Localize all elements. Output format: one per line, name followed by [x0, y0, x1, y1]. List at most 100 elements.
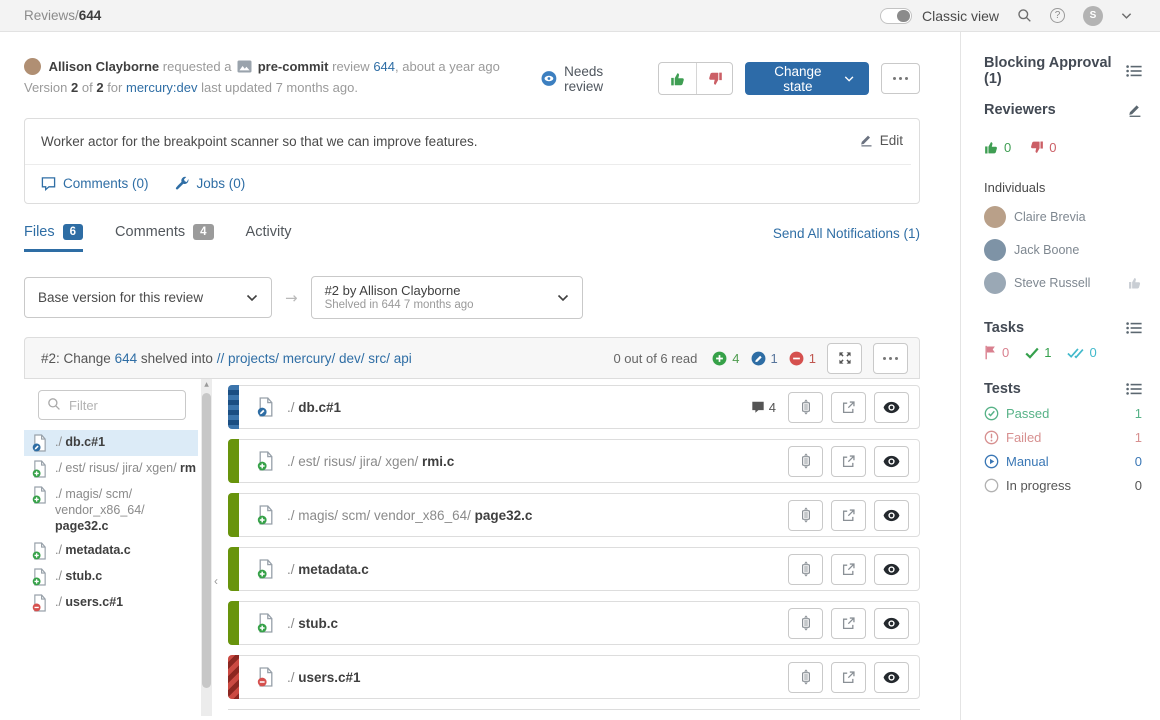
mark-read-button[interactable] — [874, 392, 909, 423]
base-version-select[interactable]: Base version for this review — [24, 277, 272, 318]
tree-item[interactable]: ./ users.c#1 — [24, 590, 198, 616]
mark-read-button[interactable] — [874, 608, 909, 639]
file-add-icon — [257, 613, 275, 633]
tree-item[interactable]: ./ metadata.c — [24, 538, 198, 564]
list-icon[interactable] — [1126, 383, 1142, 395]
base-version-label: Base version for this review — [38, 290, 203, 305]
tree-item[interactable]: ./ magis/ scm/vendor_x86_64/ page32.c — [24, 482, 198, 538]
edited-files-count: 1 — [751, 351, 778, 366]
tree-item[interactable]: ./ db.c#1 — [24, 430, 198, 456]
comments-link[interactable]: Comments (0) — [41, 176, 149, 191]
blocking-approval-label: Blocking Approval (1) — [984, 55, 1126, 87]
scrollbar-up-arrow-icon[interactable]: ▲ — [201, 381, 212, 388]
open-new-window-button[interactable] — [831, 446, 866, 477]
open-new-window-button[interactable] — [831, 500, 866, 531]
change-state-button[interactable]: Change state — [745, 62, 869, 95]
eye-icon — [883, 563, 900, 576]
user-avatar[interactable]: S — [1083, 6, 1103, 26]
open-new-window-button[interactable] — [831, 662, 866, 693]
tab-files[interactable]: Files 6 — [24, 224, 83, 252]
edit-label: Edit — [880, 133, 903, 148]
collapse-expand-button[interactable] — [788, 554, 823, 585]
collapse-expand-button[interactable] — [788, 662, 823, 693]
open-new-window-button[interactable] — [831, 554, 866, 585]
change-type-strip-add — [228, 601, 239, 645]
review-id-link[interactable]: 644 — [373, 59, 395, 74]
author-name: Allison Clayborne — [49, 59, 160, 74]
collapse-expand-button[interactable] — [788, 446, 823, 477]
file-row[interactable]: ./ est/ risus/ jira/ xgen/ rmi.c — [228, 439, 920, 483]
vote-up-button[interactable] — [659, 63, 696, 94]
version-number: 2 — [71, 80, 78, 95]
tab-activity[interactable]: Activity — [246, 224, 292, 252]
reviewer-votes: 0 0 — [984, 140, 1142, 155]
change-id-link[interactable]: 644 — [115, 351, 138, 366]
file-row[interactable]: ./ metadata.c — [228, 547, 920, 591]
list-icon[interactable] — [1126, 65, 1142, 77]
fullscreen-button[interactable] — [827, 343, 862, 374]
test-status-count: 1 — [1135, 406, 1142, 421]
file-list-divider — [228, 709, 920, 710]
search-icon[interactable] — [1017, 8, 1032, 23]
test-status-count: 0 — [1135, 454, 1142, 469]
tree-item[interactable]: ./ est/ risus/ jira/ xgen/ rmi. — [24, 456, 198, 482]
edit-description-link[interactable]: Edit — [859, 132, 903, 148]
collapse-expand-button[interactable] — [788, 608, 823, 639]
chevron-down-icon — [557, 294, 569, 302]
tab-files-label: Files — [24, 224, 55, 240]
target-version-select[interactable]: #2 by Allison Clayborne Shelved in 644 7… — [311, 276, 583, 319]
file-row[interactable]: ./ db.c#1 4 — [228, 385, 920, 429]
upvote-count: 0 — [984, 140, 1011, 155]
file-row[interactable]: ./ stub.c — [228, 601, 920, 645]
send-all-notifications-link[interactable]: Send All Notifications (1) — [773, 226, 920, 250]
open-new-window-button[interactable] — [831, 608, 866, 639]
collapse-expand-button[interactable] — [788, 500, 823, 531]
scrollbar-thumb[interactable] — [202, 393, 211, 688]
mark-read-button[interactable] — [874, 662, 909, 693]
file-row[interactable]: ./ users.c#1 — [228, 655, 920, 699]
tab-comments[interactable]: Comments 4 — [115, 224, 214, 252]
mark-read-button[interactable] — [874, 500, 909, 531]
change-type-strip-delete — [228, 655, 239, 699]
tree-collapse-handle[interactable]: ‹ — [214, 574, 218, 588]
files-more-button[interactable] — [873, 343, 908, 374]
edit-reviewers-icon[interactable] — [1127, 102, 1142, 118]
help-icon[interactable]: ? — [1050, 8, 1065, 23]
mark-read-button[interactable] — [874, 446, 909, 477]
classic-view-toggle[interactable] — [880, 8, 912, 24]
tab-bar: Files 6 Comments 4 Activity Send All Not… — [24, 224, 920, 252]
jobs-link[interactable]: Jobs (0) — [175, 176, 246, 191]
reviewer-row[interactable]: Steve Russell — [984, 272, 1142, 294]
file-add-icon — [257, 505, 275, 525]
file-row[interactable]: ./ magis/ scm/ vendor_x86_64/ page32.c — [228, 493, 920, 537]
deleted-icon — [789, 351, 804, 366]
of-word: of — [82, 80, 93, 95]
test-status-label: Passed — [1006, 406, 1049, 421]
tree-item[interactable]: ./ stub.c — [24, 564, 198, 590]
user-menu-chevron-icon[interactable] — [1121, 12, 1132, 20]
tree-scrollbar[interactable]: ▲ — [201, 379, 212, 716]
project-branch-link[interactable]: mercury:dev — [126, 80, 198, 95]
mark-read-button[interactable] — [874, 554, 909, 585]
collapse-expand-button[interactable] — [788, 392, 823, 423]
comments-count-badge: 4 — [193, 224, 213, 240]
change-state-label: Change state — [760, 64, 835, 94]
file-add-icon — [257, 559, 275, 579]
depot-path-link[interactable]: // projects/ mercury/ dev/ src/ api — [217, 351, 412, 366]
breadcrumb-section[interactable]: Reviews/ — [24, 8, 79, 23]
pending-vote-icon — [1128, 276, 1142, 290]
list-icon[interactable] — [1126, 322, 1142, 334]
test-status-label: Manual — [1006, 454, 1049, 469]
check-icon — [1025, 347, 1039, 359]
open-new-window-icon — [841, 454, 856, 469]
file-delete-icon — [257, 667, 275, 687]
open-new-window-button[interactable] — [831, 392, 866, 423]
file-add-icon — [257, 451, 275, 471]
reviewer-row[interactable]: Jack Boone — [984, 239, 1142, 261]
vote-down-button[interactable] — [696, 63, 733, 94]
individuals-label: Individuals — [984, 180, 1142, 195]
test-status-label: In progress — [1006, 478, 1071, 493]
fullscreen-icon — [838, 351, 852, 365]
reviewer-row[interactable]: Claire Brevia — [984, 206, 1142, 228]
review-more-button[interactable] — [881, 63, 920, 94]
